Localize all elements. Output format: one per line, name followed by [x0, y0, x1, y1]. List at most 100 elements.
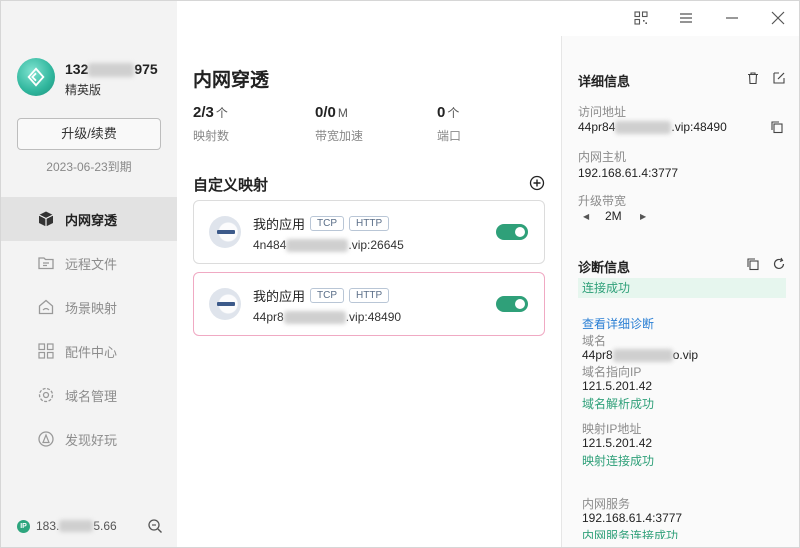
stat-ports: 0个 端口	[437, 104, 461, 144]
stat-unit: M	[337, 106, 348, 120]
host-value: 192.168.61.4:3777	[578, 166, 679, 180]
domain-value: 44pr8 o.vip	[582, 348, 699, 363]
map-status: 映射连接成功	[582, 454, 655, 468]
mapping-name-row: 我的应用 TCP HTTP	[253, 214, 390, 233]
expire-date: 2023-06-23到期	[46, 160, 132, 174]
domain-suffix: o.vip	[672, 348, 699, 362]
bandwidth-value: 2M	[605, 209, 622, 223]
svc-value: 192.168.61.4:3777	[582, 511, 683, 525]
page-title: 内网穿透	[193, 70, 270, 91]
protocol-tag: TCP	[310, 288, 345, 303]
app-logo	[17, 58, 55, 96]
protocol-tag: HTTP	[349, 216, 390, 231]
app-window: 132 975 精英版 升级/续费 2023-06-23到期 内网穿透 远程文件	[0, 0, 800, 548]
svc-label: 内网服务	[582, 497, 631, 511]
redacted-mask	[612, 349, 673, 363]
increase-arrow-icon[interactable]: ▶	[640, 212, 646, 221]
sidebar-item-discover[interactable]: 发现好玩	[1, 417, 177, 461]
gear-icon	[37, 386, 55, 404]
folder-icon	[37, 254, 55, 272]
stat-value: 0	[437, 104, 446, 121]
sidebar-item-accessories[interactable]: 配件中心	[1, 329, 177, 373]
upgrade-button[interactable]: 升级/续费	[17, 118, 161, 150]
dns-status: 域名解析成功	[582, 397, 655, 411]
diag-detail-link[interactable]: 查看详细诊断	[582, 315, 654, 332]
stat-label: 映射数	[193, 129, 230, 143]
mapping-address: 4n484 .vip:26645	[253, 238, 404, 253]
copy-icon[interactable]	[746, 257, 760, 271]
redacted-mask	[615, 121, 672, 135]
refresh-icon[interactable]	[772, 257, 786, 271]
public-ip: IP 183. 5.66	[17, 519, 117, 533]
grid-icon	[37, 342, 55, 360]
mapping-card[interactable]: 我的应用 TCP HTTP 4n484 .vip:26645	[193, 200, 545, 264]
address-prefix: 44pr8	[253, 310, 284, 324]
redacted-mask	[283, 311, 346, 325]
access-label: 访问地址	[578, 105, 627, 119]
sidebar: 132 975 精英版 升级/续费 2023-06-23到期 内网穿透 远程文件	[1, 1, 177, 547]
sidebar-item-label: 域名管理	[65, 388, 118, 404]
access-address: 44pr84 .vip:48490	[578, 120, 727, 135]
edit-icon[interactable]	[772, 71, 786, 85]
stat-value: 2/3	[193, 104, 214, 121]
stat-mappings: 2/3 个 映射数	[193, 104, 229, 144]
app-icon	[209, 288, 241, 320]
detail-title: 详细信息	[578, 74, 631, 89]
decrease-arrow-icon[interactable]: ◀	[583, 212, 589, 221]
access-suffix: .vip:48490	[671, 120, 727, 134]
protocol-tag: TCP	[310, 216, 345, 231]
section-title: 自定义映射	[193, 177, 269, 194]
redacted-mask	[88, 63, 135, 78]
mapping-name-row: 我的应用 TCP HTTP	[253, 286, 390, 305]
sidebar-item-domain[interactable]: 域名管理	[1, 373, 177, 417]
redacted-mask	[59, 520, 94, 532]
delete-icon[interactable]	[746, 71, 760, 85]
user-account: 132 975	[65, 61, 158, 78]
sidebar-item-remote-files[interactable]: 远程文件	[1, 241, 177, 285]
ip-prefix: 183.	[36, 519, 60, 533]
diag-title: 诊断信息	[578, 260, 631, 275]
stat-unit: 个	[215, 106, 228, 120]
search-refresh-icon[interactable]	[147, 518, 163, 534]
access-prefix: 44pr84	[578, 120, 616, 134]
compass-icon	[37, 430, 55, 448]
cube-icon	[37, 210, 55, 228]
menu-icon[interactable]	[675, 7, 697, 29]
sidebar-item-label: 远程文件	[65, 256, 118, 272]
dns-ip: 121.5.201.42	[582, 379, 653, 393]
stat-label: 带宽加速	[315, 129, 364, 143]
sidebar-item-label: 场景映射	[65, 300, 118, 316]
svc-status: 内网服务连接成功	[582, 529, 679, 539]
sidebar-item-scene-mapping[interactable]: 场景映射	[1, 285, 177, 329]
sidebar-item-label: 配件中心	[65, 344, 118, 360]
mapping-card[interactable]: 我的应用 TCP HTTP 44pr8 .vip:48490	[193, 272, 545, 336]
sidebar-item-label: 内网穿透	[65, 212, 118, 228]
qrcode-icon[interactable]	[630, 7, 652, 29]
user-prefix: 132	[65, 61, 89, 77]
minimize-icon[interactable]	[721, 7, 743, 29]
mapping-name: 我的应用	[253, 217, 306, 232]
copy-icon[interactable]	[770, 120, 784, 134]
ip-badge-icon: IP	[17, 519, 30, 533]
sidebar-item-intranet[interactable]: 内网穿透	[1, 197, 177, 241]
stat-bandwidth: 0/0 M 带宽加速	[315, 104, 363, 144]
mapping-address: 44pr8 .vip:48490	[253, 310, 402, 325]
add-mapping-icon[interactable]	[529, 175, 545, 191]
user-suffix: 975	[134, 61, 158, 77]
user-level: 精英版	[65, 83, 102, 97]
mapping-toggle[interactable]	[496, 224, 528, 240]
sidebar-nav: 内网穿透 远程文件 场景映射 配件中心 域名管理 发现好玩	[1, 197, 177, 461]
domain-label: 域名	[582, 334, 607, 348]
protocol-tag: HTTP	[349, 288, 390, 303]
house-icon	[37, 298, 55, 316]
redacted-mask	[286, 239, 349, 253]
logo-icon	[27, 67, 45, 87]
close-icon[interactable]	[767, 7, 789, 29]
stat-value: 0/0	[315, 104, 336, 121]
address-suffix: .vip:48490	[345, 310, 402, 324]
stat-unit: 个	[447, 106, 460, 120]
sidebar-item-label: 发现好玩	[65, 432, 118, 448]
mapping-toggle[interactable]	[496, 296, 528, 312]
ip-suffix: 5.66	[93, 519, 117, 533]
mapping-name: 我的应用	[253, 289, 306, 304]
